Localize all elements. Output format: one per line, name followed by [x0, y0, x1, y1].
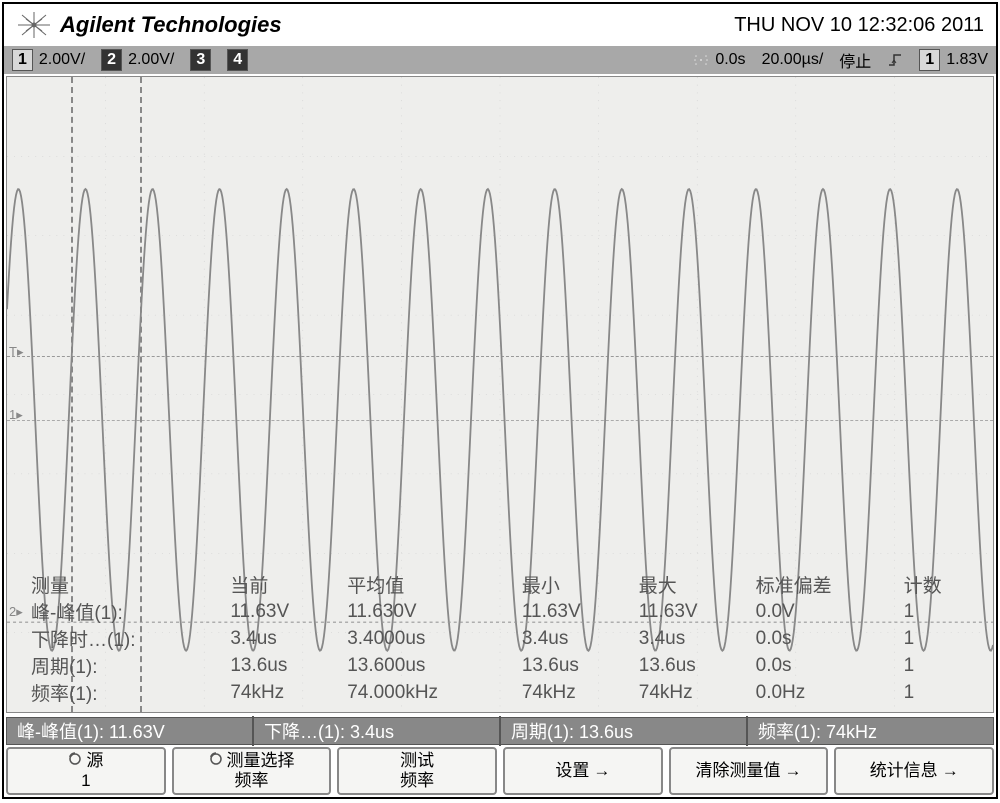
meas-row: 下降时…(1):3.4us3.4000us 3.4us3.4us0.0s1 [31, 625, 983, 652]
channel-1-block[interactable]: 1 2.00V/ [4, 49, 93, 71]
summary-fall: 下降…(1): 3.4us [254, 716, 501, 746]
time-division: 20.00µs/ [762, 51, 824, 69]
softkey-source-value: 1 [81, 771, 90, 791]
trigger-edge-block[interactable] [879, 51, 911, 69]
trigger-channel-badge: 1 [919, 49, 940, 71]
channel-3-block[interactable]: 3 [182, 49, 219, 71]
softkey-test[interactable]: 测试 频率 [337, 747, 497, 795]
softkey-clear[interactable]: 清除测量值 → [669, 747, 829, 795]
softkey-settings-label: 设置 [555, 761, 589, 781]
mh-current: 当前 [230, 571, 347, 598]
channel-4-badge: 4 [227, 49, 248, 71]
time-pos-block[interactable]: 0.0s [685, 51, 753, 69]
arrow-right-icon: → [593, 761, 610, 781]
summary-period: 周期(1): 13.6us [501, 716, 748, 746]
summary-freq: 频率(1): 74kHz [748, 716, 993, 746]
ch1-ground-marker: 1▸ [9, 407, 23, 423]
ch2-ground-marker: 2▸ [9, 604, 23, 620]
softkey-source[interactable]: 源 1 [6, 747, 166, 795]
meas-row: 周期(1):13.6us13.600us 13.6us13.6us0.0s1 [31, 652, 983, 679]
spark-icon [16, 11, 52, 39]
mh-count: 计数 [904, 571, 983, 598]
softkey-test-value: 频率 [400, 771, 434, 791]
measurement-summary-bar: 峰-峰值(1): 11.63V 下降…(1): 3.4us 周期(1): 13.… [6, 717, 994, 745]
channel-4-block[interactable]: 4 [219, 49, 256, 71]
softkey-meas-select-value: 频率 [235, 771, 269, 791]
channel-1-vdiv: 2.00V/ [39, 51, 85, 69]
timestamp: THU NOV 10 12:32:06 2011 [734, 14, 984, 37]
brand-logo: Agilent Technologies [16, 11, 282, 39]
mh-min: 最小 [522, 571, 639, 598]
softkey-stats-label: 统计信息 [870, 761, 938, 781]
brand-text: Agilent Technologies [60, 12, 282, 38]
rising-edge-icon [887, 51, 903, 69]
softkey-clear-label: 清除测量值 [696, 761, 781, 781]
header: Agilent Technologies THU NOV 10 12:32:06… [4, 4, 996, 46]
mh-name: 测量 [31, 571, 230, 598]
softkey-test-label: 测试 [400, 751, 434, 771]
channel-2-block[interactable]: 2 2.00V/ [93, 49, 182, 71]
time-position: 0.0s [715, 51, 745, 69]
softkey-source-label: 源 [86, 751, 103, 771]
arrow-right-icon: → [785, 761, 802, 781]
run-state-label: 停止 [839, 48, 871, 72]
channel-2-badge: 2 [101, 49, 122, 71]
knob-icon [68, 751, 82, 771]
meas-row: 频率(1):74kHz74.000kHz 74kHz74kHz0.0Hz1 [31, 679, 983, 706]
mh-max: 最大 [639, 571, 756, 598]
softkey-meas-select[interactable]: 测量选择 频率 [172, 747, 332, 795]
channel-2-vdiv: 2.00V/ [128, 51, 174, 69]
time-div-block[interactable]: 20.00µs/ [754, 51, 832, 69]
arrow-right-icon: → [942, 761, 959, 781]
softkey-row: 源 1 测量选择 频率 测试 频率 设置 → 清除测量值 → 统计信息 → [6, 747, 994, 795]
mh-mean: 平均值 [347, 571, 522, 598]
waveform-display[interactable]: T▸ 1▸ 2▸ 测量 当前 平均值 最小 最大 标准偏差 计数 峰-峰值(1)… [6, 76, 994, 713]
meas-row: 峰-峰值(1):11.63V11.630V 11.63V11.63V0.0V1 [31, 598, 983, 625]
measurement-table: 测量 当前 平均值 最小 最大 标准偏差 计数 峰-峰值(1):11.63V11… [31, 571, 983, 706]
softkey-settings[interactable]: 设置 → [503, 747, 663, 795]
mh-std: 标准偏差 [756, 571, 904, 598]
trigger-star-icon [693, 53, 709, 67]
softkey-stats[interactable]: 统计信息 → [834, 747, 994, 795]
channel-1-badge: 1 [12, 49, 33, 71]
knob-icon [209, 751, 223, 771]
channel-3-badge: 3 [190, 49, 211, 71]
trigger-level: 1.83V [946, 51, 988, 69]
softkey-meas-select-label: 测量选择 [227, 751, 295, 771]
run-state-block[interactable]: 停止 [831, 48, 879, 72]
trigger-source-block[interactable]: 1 1.83V [911, 49, 996, 71]
trigger-ref-marker: T▸ [9, 344, 23, 360]
status-topbar: 1 2.00V/ 2 2.00V/ 3 4 0.0s 20.00µs/ 停 [4, 46, 996, 74]
summary-vpp: 峰-峰值(1): 11.63V [7, 716, 254, 746]
